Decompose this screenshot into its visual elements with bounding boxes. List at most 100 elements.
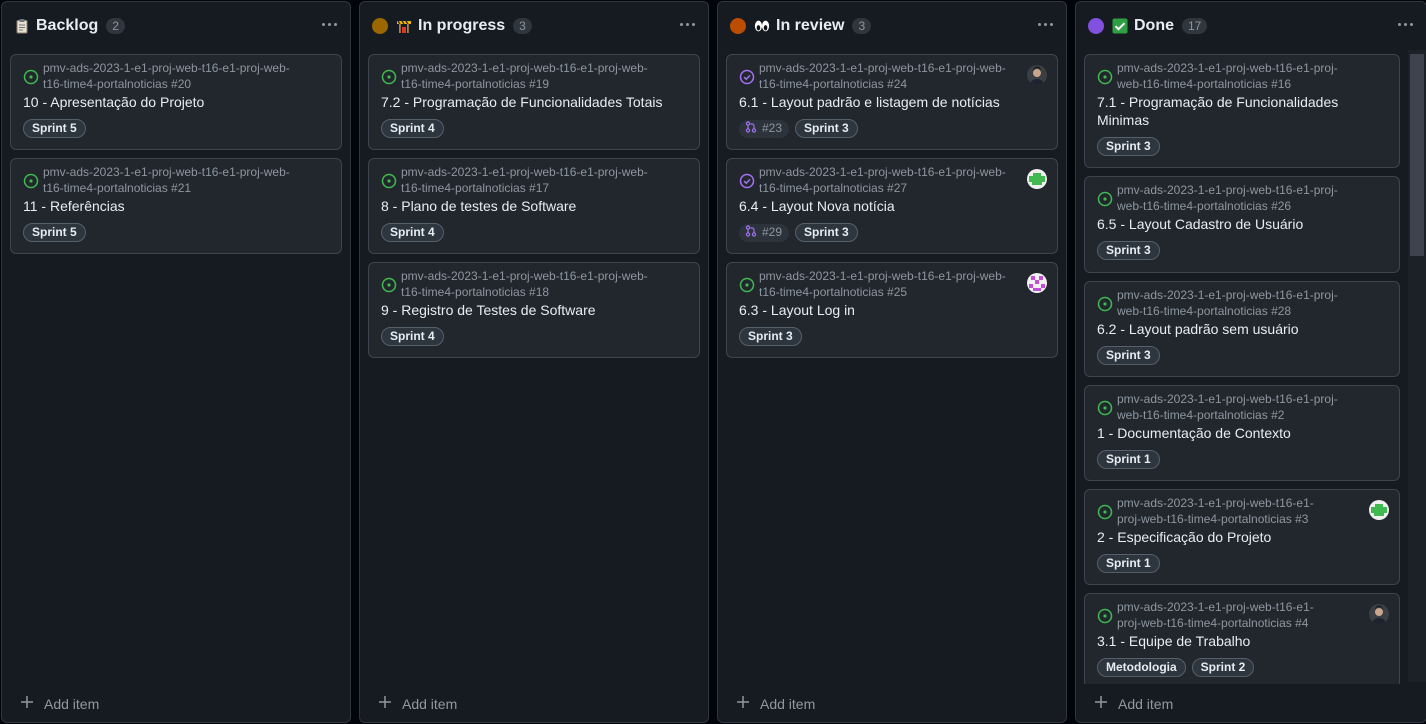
plus-icon xyxy=(378,695,392,712)
add-item-button[interactable]: Add item xyxy=(20,695,99,712)
label-chip[interactable]: Sprint 3 xyxy=(1097,241,1160,260)
column-menu-button[interactable] xyxy=(318,14,340,34)
column-menu-button[interactable] xyxy=(1034,14,1056,34)
issue-card[interactable]: pmv-ads-2023-1-e1-proj-web-t16-e1-proj-w… xyxy=(368,158,700,254)
issue-repo: pmv-ads-2023-1-e1-proj-web-t16-e1-proj-w… xyxy=(401,269,648,299)
issue-title[interactable]: 10 - Apresentação do Projeto xyxy=(23,93,311,111)
issue-card[interactable]: pmv-ads-2023-1-e1-proj-web-t16-e1-proj-w… xyxy=(726,158,1058,254)
label-chip[interactable]: Sprint 4 xyxy=(381,223,444,242)
closed-issue-icon xyxy=(739,173,755,189)
label-chip[interactable]: Sprint 2 xyxy=(1191,658,1255,677)
issue-card[interactable]: pmv-ads-2023-1-e1-proj-web-t16-e1-proj-w… xyxy=(726,262,1058,358)
assignee-avatar[interactable] xyxy=(1369,500,1389,520)
open-issue-icon xyxy=(1097,504,1113,520)
column-header: In progress 3 xyxy=(360,2,708,50)
add-item-button[interactable]: Add item xyxy=(1094,695,1173,712)
scrollbar-thumb[interactable] xyxy=(1410,54,1424,256)
label-chip[interactable]: Sprint 3 xyxy=(739,327,802,346)
plus-icon xyxy=(20,695,34,712)
linked-pull-request[interactable]: #29 xyxy=(739,223,790,242)
issue-title[interactable]: 6.3 - Layout Log in xyxy=(739,301,1027,319)
column-backlog: Backlog 2 pmv-ads-2023-1-e1-proj-web-t16… xyxy=(1,1,351,723)
add-item-button[interactable]: Add item xyxy=(736,695,815,712)
plus-icon xyxy=(736,695,750,712)
column-title: In progress xyxy=(418,17,506,34)
column-menu-button[interactable] xyxy=(1394,14,1416,34)
issue-title[interactable]: 6.1 - Layout padrão e listagem de notíci… xyxy=(739,93,1027,111)
issue-title[interactable]: 6.2 - Layout padrão sem usuário xyxy=(1097,320,1369,338)
assignee-avatar[interactable] xyxy=(1027,273,1047,293)
linked-pull-request[interactable]: #23 xyxy=(739,119,790,138)
column-in-progress: In progress 3 pmv-ads-2023-1-e1-proj-web… xyxy=(359,1,709,723)
eyes-icon xyxy=(754,18,770,34)
issue-repo: pmv-ads-2023-1-e1-proj-web-t16-e1-proj-w… xyxy=(401,165,648,195)
issue-card[interactable]: pmv-ads-2023-1-e1-proj-web-t16-e1-proj-w… xyxy=(726,54,1058,150)
open-issue-icon xyxy=(381,69,397,85)
open-issue-icon xyxy=(1097,191,1113,207)
column-title: Backlog xyxy=(36,17,99,34)
issue-title[interactable]: 3.1 - Equipe de Trabalho xyxy=(1097,632,1369,650)
issue-title[interactable]: 1 - Documentação de Contexto xyxy=(1097,424,1369,442)
check-mark-icon xyxy=(1112,18,1128,34)
assignee-avatar[interactable] xyxy=(1027,65,1047,85)
plus-icon xyxy=(1094,695,1108,712)
column-title: In review xyxy=(776,17,845,34)
label-chip[interactable]: Sprint 5 xyxy=(23,119,86,138)
open-issue-icon xyxy=(23,173,39,189)
status-color-dot xyxy=(730,18,746,34)
pull-request-icon xyxy=(745,224,757,241)
issue-repo: pmv-ads-2023-1-e1-proj-web-t16-e1-proj-w… xyxy=(1117,600,1314,630)
issue-title[interactable]: 11 - Referências xyxy=(23,197,311,215)
label-chip[interactable]: Sprint 3 xyxy=(1097,346,1160,365)
column-count: 17 xyxy=(1182,18,1208,34)
label-chip[interactable]: Sprint 1 xyxy=(1097,450,1160,469)
issue-repo: pmv-ads-2023-1-e1-proj-web-t16-e1-proj-w… xyxy=(401,61,648,91)
issue-card[interactable]: pmv-ads-2023-1-e1-proj-web-t16-e1-proj-w… xyxy=(1084,54,1400,168)
issue-repo: pmv-ads-2023-1-e1-proj-web-t16-e1-proj-w… xyxy=(759,61,1006,91)
closed-issue-icon xyxy=(739,69,755,85)
add-item-button[interactable]: Add item xyxy=(378,695,457,712)
add-item-label: Add item xyxy=(1118,695,1174,712)
issue-title[interactable]: 9 - Registro de Testes de Software xyxy=(381,301,669,319)
column-done: Done 17 pmv-ads-2023-1-e1-proj-web-t16-e… xyxy=(1075,1,1426,723)
issue-card[interactable]: pmv-ads-2023-1-e1-proj-web-t16-e1-proj-w… xyxy=(1084,176,1400,273)
column-count: 3 xyxy=(852,18,872,34)
issue-card[interactable]: pmv-ads-2023-1-e1-proj-web-t16-e1-proj-w… xyxy=(368,54,700,150)
issue-repo: pmv-ads-2023-1-e1-proj-web-t16-e1-proj-w… xyxy=(1117,392,1338,422)
issue-title[interactable]: 2 - Especificação do Projeto xyxy=(1097,528,1369,546)
issue-title[interactable]: 7.2 - Programação de Funcionalidades Tot… xyxy=(381,93,669,111)
column-menu-button[interactable] xyxy=(676,14,698,34)
issue-title[interactable]: 7.1 - Programação de Funcionalidades Min… xyxy=(1097,93,1369,129)
assignee-avatar[interactable] xyxy=(1369,604,1389,624)
add-item-label: Add item xyxy=(760,695,816,712)
label-chip[interactable]: Sprint 5 xyxy=(23,223,86,242)
issue-title[interactable]: 8 - Plano de testes de Software xyxy=(381,197,669,215)
issue-card[interactable]: pmv-ads-2023-1-e1-proj-web-t16-e1-proj-w… xyxy=(10,158,342,254)
issue-title[interactable]: 6.5 - Layout Cadastro de Usuário xyxy=(1097,215,1369,233)
issue-repo: pmv-ads-2023-1-e1-proj-web-t16-e1-proj-w… xyxy=(43,61,290,91)
open-issue-icon xyxy=(1097,69,1113,85)
issue-card[interactable]: pmv-ads-2023-1-e1-proj-web-t16-e1-proj-w… xyxy=(1084,489,1400,585)
column-in-review: In review 3 pmv-ads-2023-1-e1-proj-web-t… xyxy=(717,1,1067,723)
label-chip[interactable]: Sprint 4 xyxy=(381,119,444,138)
issue-card[interactable]: pmv-ads-2023-1-e1-proj-web-t16-e1-proj-w… xyxy=(1084,385,1400,481)
label-chip[interactable]: Sprint 3 xyxy=(795,119,858,138)
column-header: In review 3 xyxy=(718,2,1066,50)
assignee-avatar[interactable] xyxy=(1027,169,1047,189)
label-chip[interactable]: Sprint 4 xyxy=(381,327,444,346)
label-chip[interactable]: Sprint 1 xyxy=(1097,554,1160,573)
issue-repo: pmv-ads-2023-1-e1-proj-web-t16-e1-proj-w… xyxy=(1117,61,1338,91)
pull-request-number: #29 xyxy=(762,225,783,239)
label-chip[interactable]: Metodologia xyxy=(1097,658,1186,677)
column-title: Done xyxy=(1134,17,1174,34)
label-chip[interactable]: Sprint 3 xyxy=(795,223,858,242)
pull-request-icon xyxy=(745,120,757,137)
label-chip[interactable]: Sprint 3 xyxy=(1097,137,1160,156)
column-header: Backlog 2 xyxy=(2,2,350,50)
issue-card[interactable]: pmv-ads-2023-1-e1-proj-web-t16-e1-proj-w… xyxy=(368,262,700,358)
column-header: Done 17 xyxy=(1076,2,1426,50)
issue-card[interactable]: pmv-ads-2023-1-e1-proj-web-t16-e1-proj-w… xyxy=(1084,281,1400,377)
issue-title[interactable]: 6.4 - Layout Nova notícia xyxy=(739,197,1027,215)
column-count: 2 xyxy=(106,18,125,34)
issue-card[interactable]: pmv-ads-2023-1-e1-proj-web-t16-e1-proj-w… xyxy=(10,54,342,150)
